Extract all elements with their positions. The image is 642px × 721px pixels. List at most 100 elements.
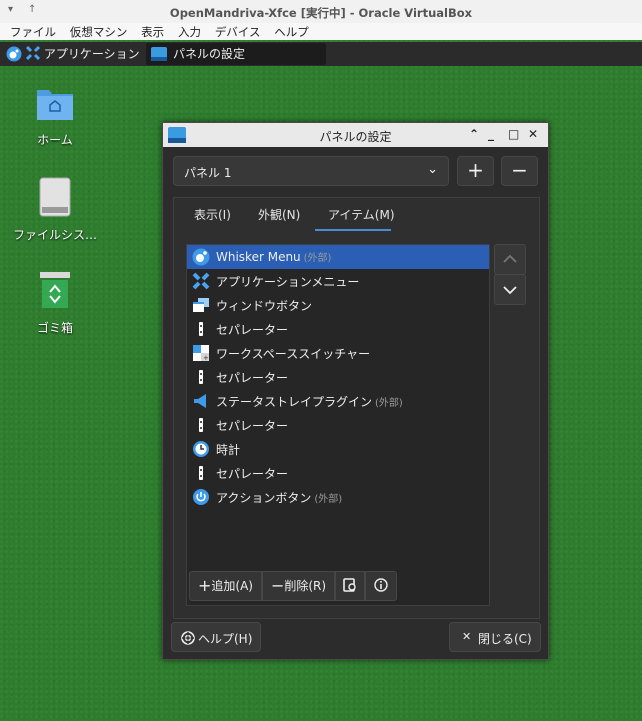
- help-button[interactable]: ヘルプ(H): [171, 622, 261, 652]
- power-icon: [193, 489, 209, 505]
- close-icon: ✕: [462, 630, 472, 643]
- list-item[interactable]: 時計: [187, 437, 489, 461]
- xfce-logo-icon: [25, 45, 41, 61]
- item-name: 時計: [216, 443, 241, 457]
- list-item[interactable]: アクションボタン (外部): [187, 485, 489, 509]
- tab-display[interactable]: 表示(I): [194, 206, 231, 223]
- desktop-icon-label: ファイルシス…: [12, 228, 97, 242]
- item-name: アクションボタン: [216, 491, 312, 505]
- item-name: アプリケーションメニュー: [216, 275, 360, 289]
- move-down-button[interactable]: [494, 274, 526, 305]
- item-name: セパレーター: [216, 323, 289, 337]
- close-button[interactable]: ✕ 閉じる(C): [449, 622, 541, 652]
- trash-icon: [40, 272, 70, 308]
- item-external-tag: (外部): [314, 494, 343, 505]
- applications-menu-button[interactable]: アプリケーション: [25, 42, 140, 66]
- desktop-icon-trash[interactable]: ゴミ箱: [0, 270, 110, 336]
- menu-file[interactable]: ファイル: [10, 23, 56, 41]
- maximize-button[interactable]: □: [508, 127, 519, 141]
- list-item[interactable]: ステータストレイプラグイン (外部): [187, 389, 489, 413]
- list-item[interactable]: セパレーター: [187, 413, 489, 437]
- minus-icon: −: [270, 576, 285, 595]
- whisker-menu-icon: [6, 46, 22, 62]
- edit-properties-icon: [343, 578, 356, 592]
- add-item-button[interactable]: +追加(A): [189, 571, 262, 601]
- chevron-down-icon: [503, 286, 517, 295]
- item-name: ウィンドウボタン: [216, 299, 313, 313]
- window-shade-button[interactable]: ⌃: [469, 127, 479, 141]
- list-item[interactable]: セパレーター: [187, 461, 489, 485]
- hard-drive-icon: [39, 177, 71, 217]
- list-item[interactable]: アプリケーションメニュー: [187, 269, 489, 293]
- help-label: ヘルプ(H): [198, 632, 253, 646]
- desktop-icon-label: ホーム: [37, 133, 73, 147]
- edit-item-button[interactable]: [335, 571, 365, 601]
- remove-item-label: 削除(R): [284, 579, 327, 593]
- clock-icon: [193, 441, 209, 457]
- windows-icon: [193, 298, 209, 312]
- item-name: セパレーター: [216, 467, 289, 481]
- taskbar-window-button[interactable]: パネルの設定: [146, 43, 326, 65]
- list-item[interactable]: セパレーター: [187, 365, 489, 389]
- info-icon: [374, 578, 388, 592]
- guest-top-panel: アプリケーション パネルの設定: [0, 42, 642, 66]
- item-name: セパレーター: [216, 419, 289, 433]
- menu-help[interactable]: ヘルプ: [274, 23, 309, 41]
- item-external-tag: (外部): [303, 253, 332, 264]
- list-item[interactable]: Whisker Menu (外部): [187, 245, 489, 269]
- tab-items[interactable]: アイテム(M): [328, 206, 395, 223]
- applications-label: アプリケーション: [43, 47, 140, 61]
- taskbar-window-label: パネルの設定: [173, 47, 246, 61]
- panel-select-dropdown[interactable]: パネル 1 ⌄: [173, 156, 449, 186]
- active-tab-indicator: [315, 229, 391, 231]
- separator-icon: [199, 466, 203, 480]
- add-panel-button[interactable]: +: [457, 156, 494, 186]
- menu-devices[interactable]: デバイス: [215, 23, 261, 41]
- status-tray-icon: [194, 394, 206, 408]
- menu-machine[interactable]: 仮想マシン: [70, 23, 128, 41]
- list-item[interactable]: ウィンドウボタン: [187, 293, 489, 317]
- panel-select-value: パネル 1: [184, 166, 232, 180]
- whisker-menu-button[interactable]: [6, 42, 22, 66]
- host-menu-bar: ファイル 仮想マシン 表示 入力 デバイス ヘルプ: [0, 23, 642, 41]
- home-folder-icon: [37, 90, 73, 120]
- list-item[interactable]: + ワークスペーススイッチャー: [187, 341, 489, 365]
- xfce-logo-icon: [192, 272, 210, 290]
- item-external-tag: (外部): [375, 398, 403, 409]
- chevron-up-icon: [503, 254, 517, 263]
- desktop-icon-filesystem[interactable]: ファイルシス…: [0, 177, 110, 243]
- dialog-title-bar[interactable]: パネルの設定 ⌃ _ □ ✕: [163, 123, 548, 147]
- tab-appearance[interactable]: 外観(N): [258, 206, 300, 223]
- remove-panel-button[interactable]: −: [501, 156, 538, 186]
- item-name: ステータストレイプラグイン: [216, 395, 373, 409]
- move-up-button[interactable]: [494, 244, 526, 275]
- desktop-icon-home[interactable]: ホーム: [0, 84, 110, 148]
- minimize-button[interactable]: _: [488, 127, 494, 141]
- add-item-label: 追加(A): [211, 579, 253, 593]
- panel-items-list[interactable]: Whisker Menu (外部) アプリケーションメニュー ウィンドウボタン セ…: [186, 244, 490, 606]
- item-info-button[interactable]: [365, 571, 397, 601]
- desktop-icon-label: ゴミ箱: [36, 321, 73, 335]
- panel-settings-dialog: パネルの設定 ⌃ _ □ ✕ パネル 1 ⌄ + − 表示(I) 外観(N) ア…: [162, 122, 549, 660]
- list-item[interactable]: セパレーター: [187, 317, 489, 341]
- plus-icon: +: [198, 576, 212, 595]
- remove-item-button[interactable]: −削除(R): [262, 571, 335, 601]
- whisker-menu-icon: [192, 248, 210, 266]
- item-name: セパレーター: [216, 371, 289, 385]
- separator-icon: [199, 418, 203, 432]
- close-label: 閉じる(C): [478, 632, 532, 646]
- svg-text:+: +: [203, 354, 209, 362]
- workspace-switcher-icon: +: [193, 345, 209, 362]
- separator-icon: [199, 322, 203, 336]
- help-lifebuoy-icon: [181, 631, 195, 645]
- item-name: ワークスペーススイッチャー: [216, 347, 371, 361]
- tab-panel: 表示(I) 外観(N) アイテム(M) Whisker Menu (外部) アプリ…: [173, 197, 540, 619]
- menu-view[interactable]: 表示: [141, 23, 164, 41]
- panel-settings-icon: [151, 47, 167, 61]
- host-window-title: OpenMandriva-Xfce [実行中] - Oracle Virtual…: [169, 6, 473, 20]
- host-title-bar: ▾ ↑ OpenMandriva-Xfce [実行中] - Oracle Vir…: [0, 0, 642, 24]
- menu-input[interactable]: 入力: [178, 23, 201, 41]
- separator-icon: [199, 370, 203, 384]
- close-window-button[interactable]: ✕: [528, 127, 538, 141]
- chevron-down-icon: ⌄: [427, 162, 438, 177]
